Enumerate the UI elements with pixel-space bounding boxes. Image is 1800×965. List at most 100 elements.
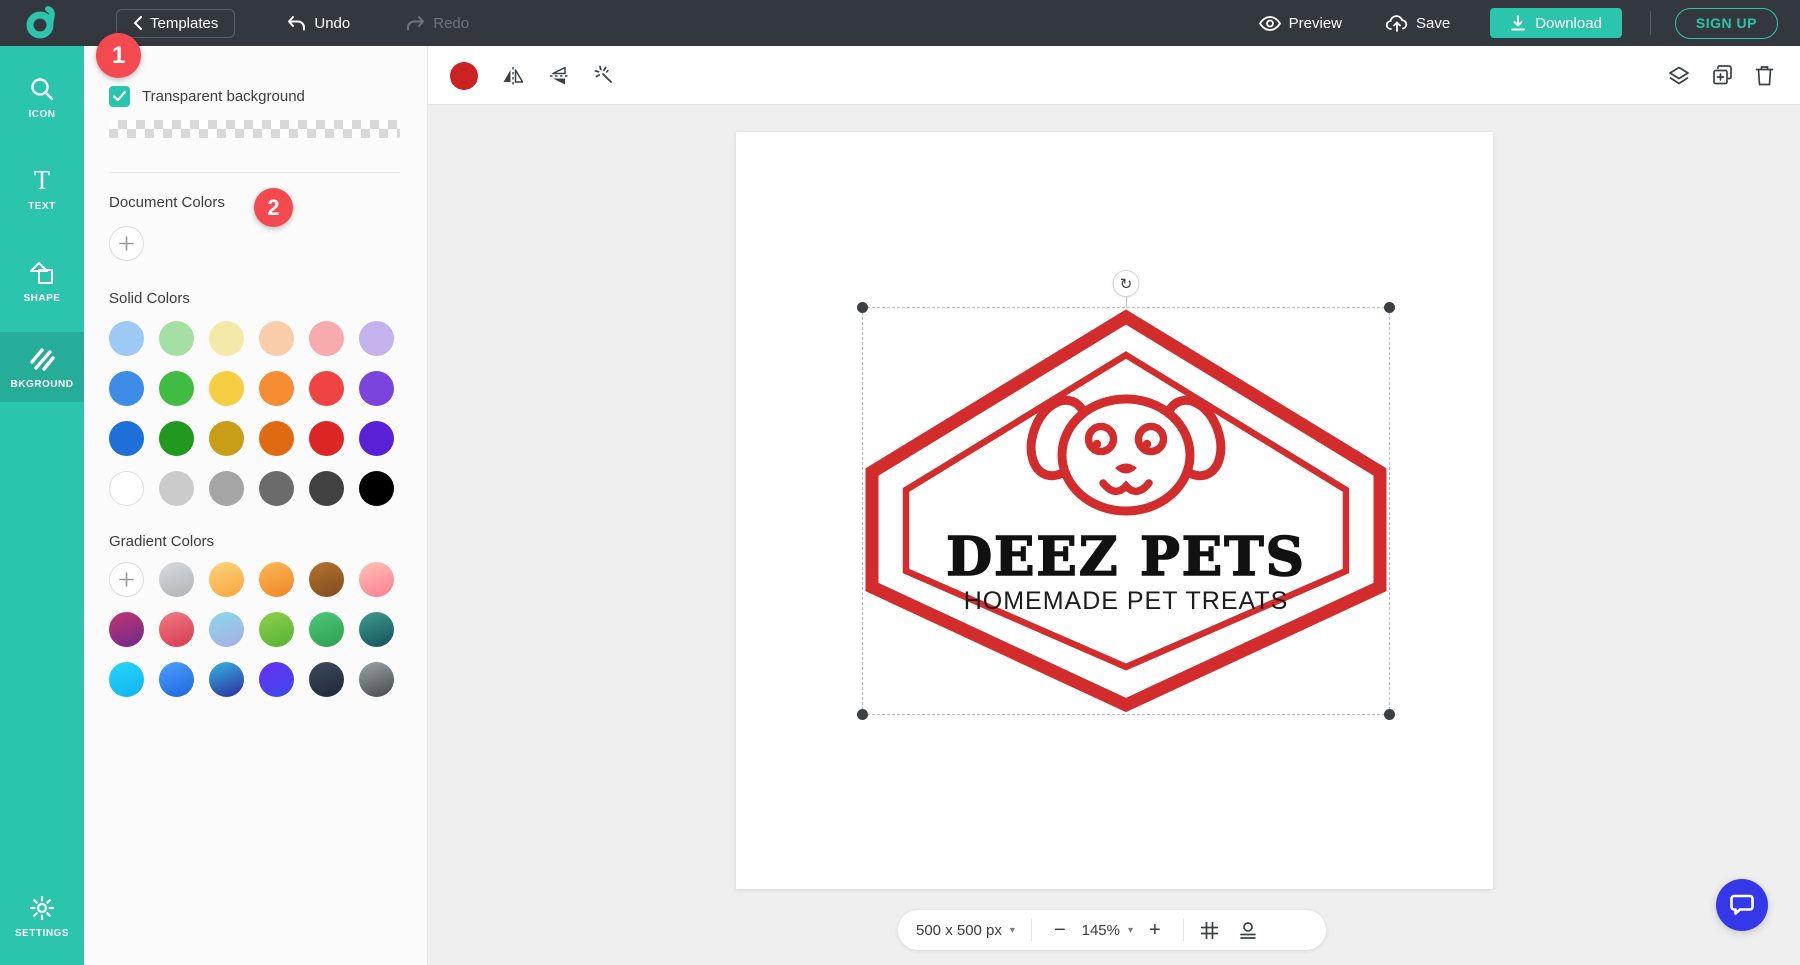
top-header: Templates Undo Redo Preview Save Downloa…: [0, 0, 1800, 46]
download-button[interactable]: Download: [1490, 8, 1622, 38]
gradient-color-swatch[interactable]: [159, 612, 194, 647]
solid-color-swatch[interactable]: [209, 371, 244, 406]
layers-icon[interactable]: [1668, 66, 1690, 86]
canvas-size-dropdown[interactable]: 500 x 500 px ▾: [916, 922, 1015, 939]
gradient-color-swatch[interactable]: [259, 662, 294, 697]
gear-icon: [29, 895, 55, 921]
undo-icon: [287, 15, 306, 32]
sidebar-item-bkground[interactable]: BKGROUND: [0, 332, 84, 402]
snap-guides-icon[interactable]: [1239, 921, 1257, 940]
chat-widget-button[interactable]: [1716, 879, 1768, 931]
solid-color-swatch[interactable]: [359, 421, 394, 456]
solid-color-swatch[interactable]: [159, 421, 194, 456]
solid-color-swatch[interactable]: [309, 321, 344, 356]
solid-color-swatch[interactable]: [109, 321, 144, 356]
chat-bubble-icon: [1730, 894, 1754, 916]
duplicate-icon[interactable]: [1712, 65, 1733, 86]
sidebar-item-text[interactable]: T TEXT: [0, 154, 84, 224]
solid-color-swatch[interactable]: [259, 421, 294, 456]
gradient-color-swatch[interactable]: [109, 612, 144, 647]
solid-color-swatch[interactable]: [359, 371, 394, 406]
zoom-bar: 500 x 500 px ▾ − 145% ▾ +: [898, 910, 1326, 950]
solid-color-swatch[interactable]: [109, 371, 144, 406]
document-colors-heading: Document Colors: [109, 194, 225, 211]
gradient-color-swatch[interactable]: [359, 562, 394, 597]
gradient-color-swatch[interactable]: [309, 562, 344, 597]
solid-color-swatch[interactable]: [309, 371, 344, 406]
fill-color-swatch[interactable]: [450, 62, 478, 90]
flip-vertical-icon[interactable]: [548, 66, 570, 86]
add-document-color-button[interactable]: [109, 226, 144, 261]
solid-color-swatch[interactable]: [209, 321, 244, 356]
resize-handle-bottom-left[interactable]: [857, 709, 868, 720]
resize-handle-bottom-right[interactable]: [1384, 709, 1395, 720]
rail-label-shape: SHAPE: [24, 293, 61, 304]
redo-icon: [406, 15, 425, 32]
solid-color-swatch[interactable]: [109, 471, 144, 506]
gradient-color-swatch[interactable]: [159, 662, 194, 697]
preview-button[interactable]: Preview: [1259, 15, 1342, 32]
effects-wand-icon[interactable]: [594, 65, 618, 87]
app-logo[interactable]: [0, 5, 84, 41]
step-badge-1: 1: [96, 33, 141, 78]
gradient-color-swatch[interactable]: [309, 662, 344, 697]
gradient-color-swatch[interactable]: [109, 662, 144, 697]
gradient-color-swatch[interactable]: [309, 612, 344, 647]
background-icon: [28, 346, 56, 372]
grid-toggle-icon[interactable]: [1200, 921, 1219, 940]
solid-color-swatch[interactable]: [159, 471, 194, 506]
solid-color-swatch[interactable]: [159, 371, 194, 406]
solid-color-swatch[interactable]: [209, 471, 244, 506]
gradient-color-swatch[interactable]: [159, 562, 194, 597]
solid-color-swatch[interactable]: [309, 421, 344, 456]
gradient-color-swatch[interactable]: [209, 612, 244, 647]
resize-handle-top-right[interactable]: [1384, 302, 1395, 313]
gradient-color-swatch[interactable]: [359, 662, 394, 697]
trash-icon[interactable]: [1755, 65, 1774, 86]
sidebar-item-shape[interactable]: SHAPE: [0, 246, 84, 316]
solid-color-swatch[interactable]: [259, 371, 294, 406]
save-button[interactable]: Save: [1386, 15, 1450, 32]
background-panel: Transparent background Document Colors S…: [84, 46, 428, 965]
gradient-color-swatch[interactable]: [209, 662, 244, 697]
header-divider: [1650, 11, 1651, 35]
transparent-background-checkbox[interactable]: [109, 86, 130, 107]
solid-color-swatch[interactable]: [259, 321, 294, 356]
solid-color-swatch[interactable]: [309, 471, 344, 506]
zoom-out-button[interactable]: −: [1048, 920, 1072, 940]
transparent-background-label: Transparent background: [142, 88, 305, 105]
solid-color-swatch[interactable]: [359, 321, 394, 356]
canvas-toolbar: [428, 46, 1800, 105]
zoom-in-button[interactable]: +: [1143, 920, 1167, 940]
templates-button[interactable]: Templates: [116, 9, 235, 38]
undo-button[interactable]: Undo: [287, 15, 350, 32]
logo-design[interactable]: DEEZ PETS HOMEMADE PET TREATS: [862, 307, 1390, 715]
zoombar-divider: [1183, 919, 1184, 941]
gradient-color-swatch[interactable]: [259, 562, 294, 597]
signup-button[interactable]: SIGN UP: [1675, 8, 1778, 39]
solid-color-swatch[interactable]: [209, 421, 244, 456]
flip-horizontal-icon[interactable]: [502, 66, 524, 86]
redo-button[interactable]: Redo: [406, 15, 469, 32]
gradient-color-swatch[interactable]: [359, 612, 394, 647]
save-label: Save: [1416, 15, 1450, 32]
sidebar-item-icon[interactable]: ICON: [0, 62, 84, 132]
chevron-down-icon: ▾: [1010, 925, 1015, 936]
rotate-handle[interactable]: ↻: [1113, 270, 1140, 297]
gradient-color-swatch[interactable]: [209, 562, 244, 597]
canvas-size-value: 500 x 500 px: [916, 922, 1002, 939]
rail-label-text: TEXT: [28, 201, 56, 212]
canvas-area: DEEZ PETS HOMEMADE PET TREATS ↻ 500 x 50…: [428, 46, 1800, 965]
resize-handle-top-left[interactable]: [857, 302, 868, 313]
artboard[interactable]: DEEZ PETS HOMEMADE PET TREATS: [736, 132, 1493, 889]
solid-color-swatch[interactable]: [109, 421, 144, 456]
sidebar-item-settings[interactable]: SETTINGS: [0, 881, 84, 951]
solid-color-swatch[interactable]: [359, 471, 394, 506]
solid-color-swatch[interactable]: [159, 321, 194, 356]
rail-label-icon: ICON: [29, 109, 56, 120]
solid-color-swatch[interactable]: [259, 471, 294, 506]
download-icon: [1510, 15, 1526, 31]
add-gradient-color-button[interactable]: [109, 562, 144, 597]
gradient-color-swatch[interactable]: [259, 612, 294, 647]
zoom-level-dropdown[interactable]: 145% ▾: [1082, 922, 1133, 939]
